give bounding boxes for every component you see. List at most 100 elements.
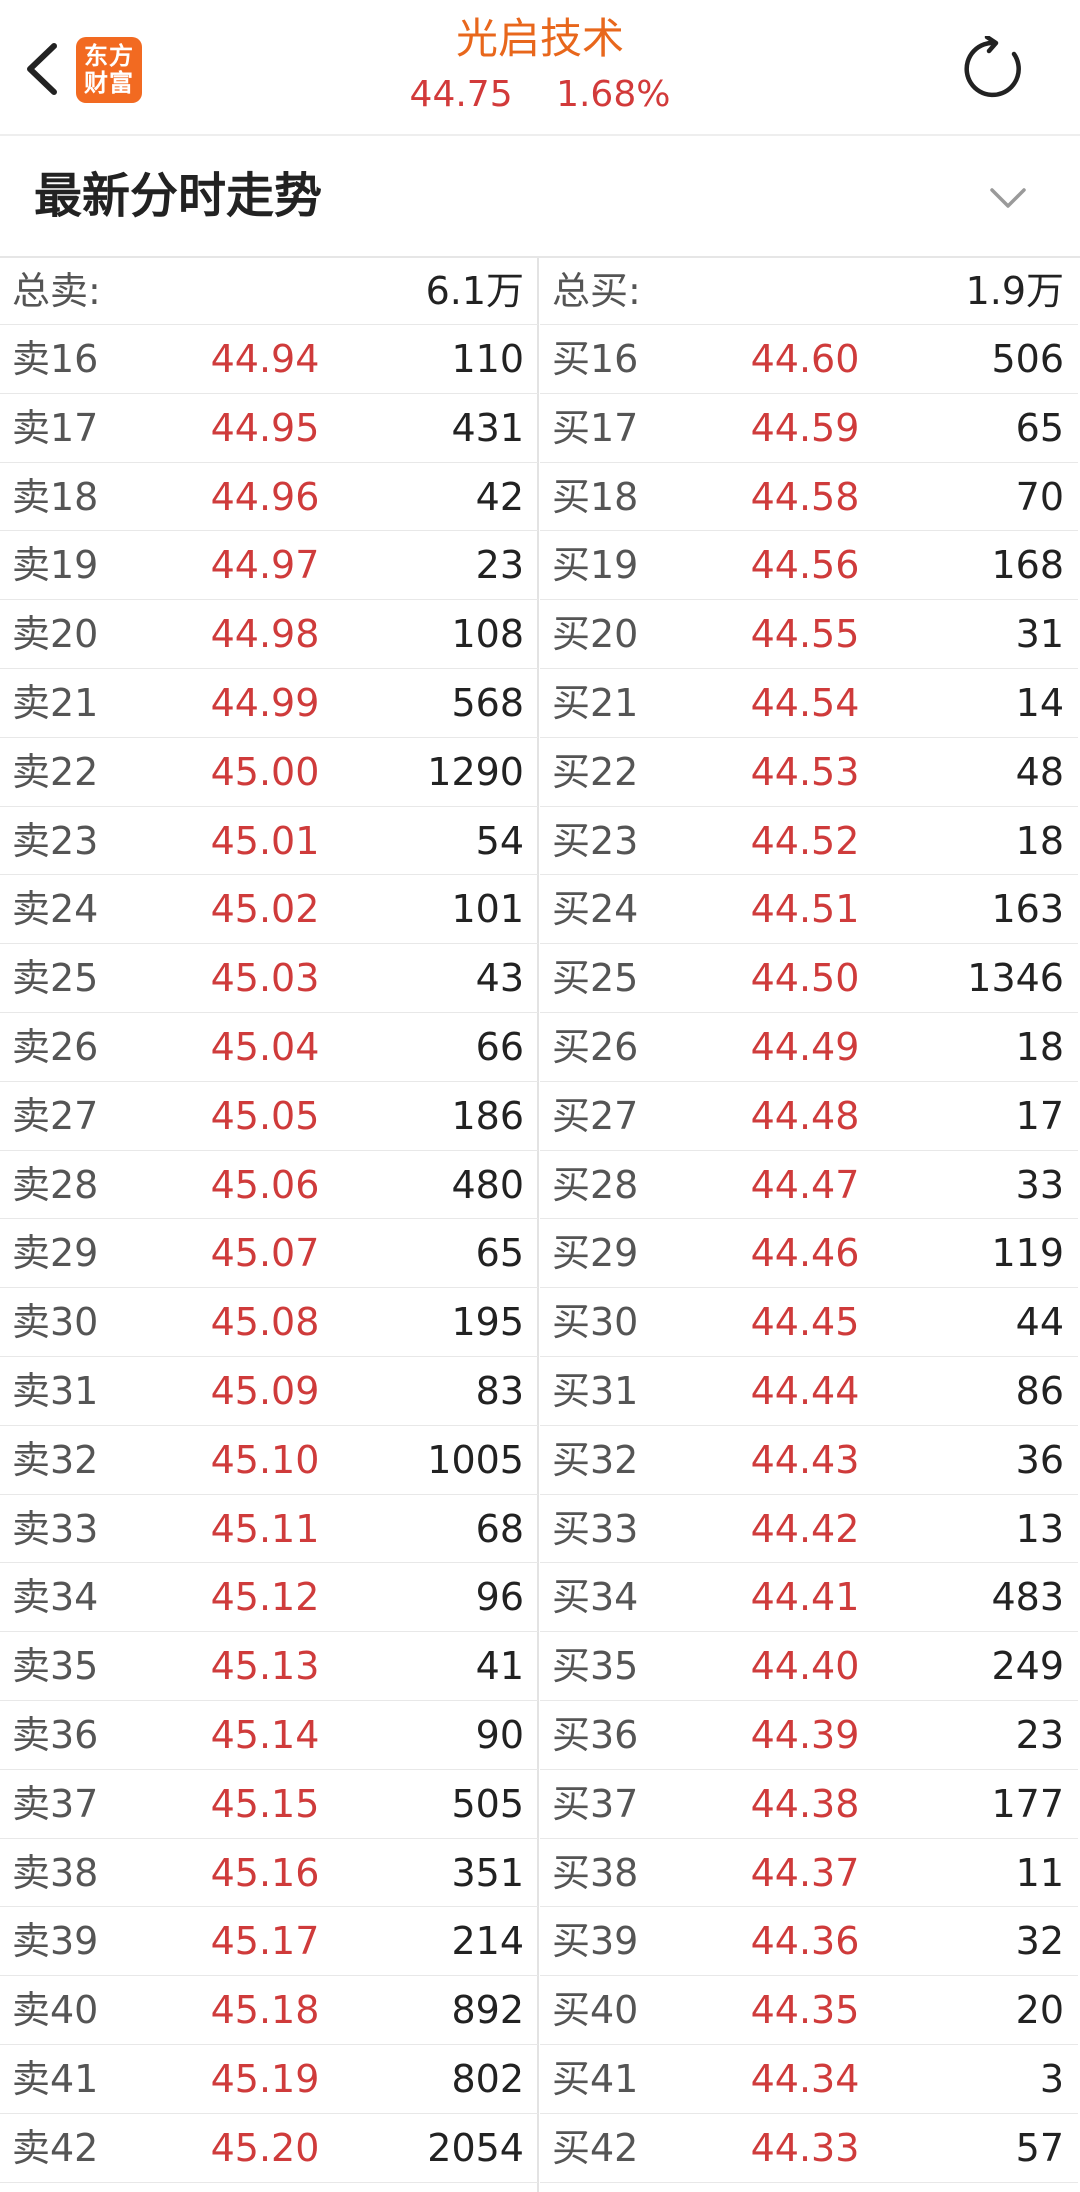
sell-volume: 195 xyxy=(451,1300,524,1345)
sell-level-label: 卖23 xyxy=(12,818,99,863)
buy-price: 44.51 xyxy=(750,887,860,932)
buy-volume: 506 xyxy=(991,337,1064,381)
sell-level-label: 卖31 xyxy=(12,1368,99,1413)
buy-price: 44.35 xyxy=(750,1988,860,2033)
sell-order-row: 卖28 45.06 480 xyxy=(0,1151,538,1220)
buy-level-label: 买19 xyxy=(552,543,639,588)
sell-order-row: 卖33 45.11 68 xyxy=(0,1495,538,1564)
sell-volume: 568 xyxy=(451,680,524,725)
buy-level-label: 买36 xyxy=(552,1712,639,1757)
sell-volume: 54 xyxy=(475,818,524,863)
sell-price: 45.20 xyxy=(210,2125,320,2170)
buy-order-row: 买24 44.51 163 xyxy=(540,875,1078,945)
current-price: 44.75 xyxy=(409,74,513,115)
buy-volume: 86 xyxy=(1015,1368,1064,1413)
sell-volume: 1005 xyxy=(427,1437,524,1482)
buy-order-row: 买31 44.44 86 xyxy=(540,1357,1078,1426)
sell-order-row: 卖29 45.07 65 xyxy=(0,1219,538,1289)
sell-level-label: 卖20 xyxy=(12,612,99,657)
sell-price: 44.95 xyxy=(210,405,320,450)
chevron-down-icon[interactable] xyxy=(986,180,1030,216)
sell-order-row: 卖16 44.94 110 xyxy=(0,325,538,394)
sell-order-row: 卖37 45.15 505 xyxy=(0,1770,538,1839)
buy-price: 44.50 xyxy=(750,956,860,1001)
buy-order-row: 买40 44.35 20 xyxy=(540,1976,1078,2045)
sell-order-row: 卖25 45.03 43 xyxy=(0,944,538,1013)
buy-level-label: 买41 xyxy=(552,2056,639,2101)
sell-price: 45.06 xyxy=(210,1162,320,1207)
buy-order-row: 买20 44.55 31 xyxy=(540,600,1078,669)
sell-price: 44.94 xyxy=(210,337,320,381)
sell-volume: 23 xyxy=(475,543,524,588)
buy-order-row: 买39 44.36 32 xyxy=(540,1907,1078,1977)
buy-volume: 36 xyxy=(1015,1437,1064,1482)
sell-price: 45.11 xyxy=(210,1506,320,1551)
buy-order-row: 买21 44.54 14 xyxy=(540,669,1078,738)
sell-order-row: 卖40 45.18 892 xyxy=(0,1976,538,2045)
buy-level-label: 买37 xyxy=(552,1781,639,1826)
sell-order-row: 卖34 45.12 96 xyxy=(0,1563,538,1633)
buy-order-row: 买38 44.37 11 xyxy=(540,1839,1078,1908)
sell-price: 45.18 xyxy=(210,1988,320,2033)
sell-volume: 108 xyxy=(451,612,524,657)
sell-order-row: 卖21 44.99 568 xyxy=(0,669,538,738)
change-percent: 1.68% xyxy=(556,74,671,115)
buy-price: 44.58 xyxy=(750,474,860,519)
sell-level-label: 卖32 xyxy=(12,1437,99,1482)
sell-order-row: 卖38 45.16 351 xyxy=(0,1839,538,1908)
sell-order-row: 卖30 45.08 195 xyxy=(0,1288,538,1357)
buy-order-row: 买16 44.60 506 xyxy=(540,325,1078,394)
sell-price: 45.09 xyxy=(210,1368,320,1413)
buy-order-row: 买42 44.33 57 xyxy=(540,2114,1078,2183)
refresh-icon[interactable] xyxy=(962,36,1028,102)
buy-level-label: 买42 xyxy=(552,2125,639,2170)
sell-level-label: 卖34 xyxy=(12,1575,99,1620)
buy-level-label: 买39 xyxy=(552,1919,639,1964)
buy-order-row: 买22 44.53 48 xyxy=(540,738,1078,807)
sell-level-label: 卖33 xyxy=(12,1506,99,1551)
buy-level-label: 买30 xyxy=(552,1300,639,1345)
buy-price: 44.38 xyxy=(750,1781,860,1826)
sell-level-label: 卖27 xyxy=(12,1093,99,1138)
section-selector[interactable]: 最新分时走势 xyxy=(0,136,1080,258)
buy-order-row: 买23 44.52 18 xyxy=(540,807,1078,876)
sell-level-label: 卖21 xyxy=(12,680,99,725)
sell-volume: 43 xyxy=(475,956,524,1001)
buy-total-label: 总买: xyxy=(552,269,641,313)
buy-price: 44.56 xyxy=(750,543,860,588)
buy-volume: 33 xyxy=(1015,1162,1064,1207)
buy-volume: 3 xyxy=(1039,2056,1064,2101)
sell-level-label: 卖41 xyxy=(12,2056,99,2101)
buy-order-row: 买29 44.46 119 xyxy=(540,1219,1078,1289)
sell-level-label: 卖35 xyxy=(12,1644,99,1689)
buy-volume: 18 xyxy=(1015,1024,1064,1069)
buy-level-label: 买22 xyxy=(552,749,639,794)
sell-price: 45.08 xyxy=(210,1300,320,1345)
sell-level-label: 卖36 xyxy=(12,1712,99,1757)
sell-volume: 214 xyxy=(451,1919,524,1964)
buy-volume: 168 xyxy=(991,543,1064,588)
sell-volume: 83 xyxy=(475,1368,524,1413)
buy-level-label: 买31 xyxy=(552,1368,639,1413)
sell-level-label: 卖17 xyxy=(12,405,99,450)
buy-total-row: 总买: 1.9万 xyxy=(540,258,1078,325)
buy-volume: 249 xyxy=(991,1644,1064,1689)
buy-level-label: 买24 xyxy=(552,887,639,932)
sell-level-label: 卖16 xyxy=(12,337,99,381)
buy-order-row: 买41 44.34 3 xyxy=(540,2045,1078,2114)
sell-volume: 802 xyxy=(451,2056,524,2101)
sell-order-row: 卖18 44.96 42 xyxy=(0,463,538,532)
buy-volume: 18 xyxy=(1015,818,1064,863)
sell-order-row: 卖24 45.02 101 xyxy=(0,875,538,945)
sell-price: 45.05 xyxy=(210,1093,320,1138)
buy-volume: 14 xyxy=(1015,680,1064,725)
buy-order-row: 买35 44.40 249 xyxy=(540,1632,1078,1701)
top-bar: 东方 财富 光启技术 44.75 1.68% xyxy=(0,0,1080,136)
buy-price: 44.40 xyxy=(750,1644,860,1689)
buy-price: 44.43 xyxy=(750,1437,860,1482)
buy-level-label: 买28 xyxy=(552,1162,639,1207)
buy-volume: 48 xyxy=(1015,749,1064,794)
buy-price: 44.48 xyxy=(750,1093,860,1138)
buy-order-row: 买34 44.41 483 xyxy=(540,1563,1078,1633)
buy-price: 44.45 xyxy=(750,1300,860,1345)
